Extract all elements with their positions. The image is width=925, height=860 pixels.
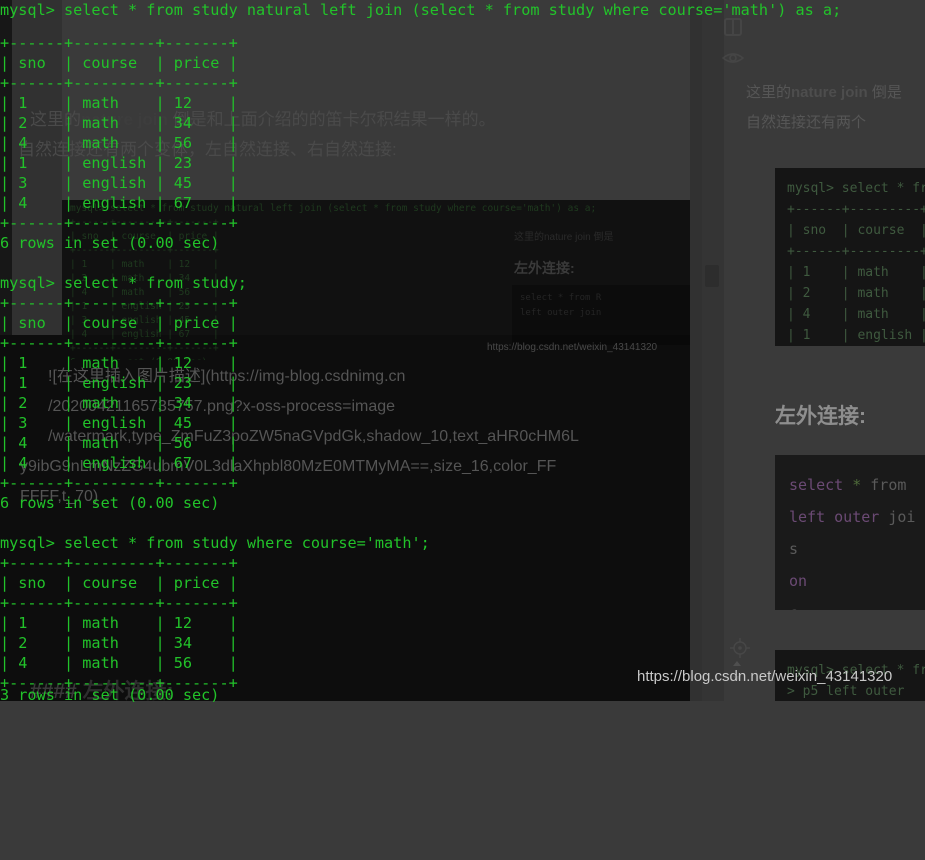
watermark-url: https://blog.csdn.net/weixin_43141320 [637, 668, 893, 685]
editor-md-image-line-3[interactable]: /watermark,type_ZmFuZ3poZW5naGVpdGk,shad… [48, 422, 579, 452]
editor-paragraph-1-bold: nature join [81, 110, 168, 129]
preview-paragraph-2: 自然连接还有两个 [746, 114, 867, 131]
editor-paragraph-1-post: 倒是和上面介绍的的笛卡尔积结果一样的。 [167, 110, 496, 129]
editor-scrollbar-thumb[interactable] [705, 265, 719, 287]
preview-code-block-sql: select * from left outer joi s on c; [775, 455, 925, 610]
editor-paragraph-2[interactable]: 自然连接还有两个变体，左自然连接、右自然连接: [18, 135, 397, 165]
editor-md-image-line-4[interactable]: y9ibG9nLmNzZG4ubmV0L3dlaXhpbl80MzE0MTMyM… [20, 452, 556, 482]
preview-code-block-result: mysql> select * from s +------+---------… [775, 168, 925, 346]
preview-pane-rail [690, 0, 702, 701]
embedded-paragraph: 这里的nature join 倒是 [514, 232, 614, 243]
editor-md-image-line-1[interactable]: ![在这里插入图片描述](https://img-blog.csdnimg.cn [48, 362, 405, 392]
editor-heading-hashes: #### [30, 680, 83, 703]
preview-eye-icon[interactable] [721, 50, 745, 70]
preview-heading-left-outer-join: 左外连接: [775, 405, 866, 428]
editor-heading-text: 左外连接: [82, 680, 174, 703]
embedded-watermark: https://blog.csdn.net/weixin_43141320 [487, 342, 658, 353]
editor-paragraph-1-pre: 这里的 [30, 110, 81, 129]
terminal-command-line-1: mysql> select * from study natural left … [0, 0, 925, 20]
preview-paragraph-1-bold: nature join [791, 84, 868, 101]
preview-paragraph-1: 这里的nature join 倒是 [746, 78, 902, 108]
terminal-prompt-1-text: mysql> select * from study natural left … [0, 1, 842, 19]
preview-pane-rail-secondary [702, 0, 724, 701]
markdown-preview-pane[interactable]: 这里的nature join 倒是 自然连接还有两个 mysql> select… [690, 0, 925, 701]
editor-paragraph-1[interactable]: 这里的nature join 倒是和上面介绍的的笛卡尔积结果一样的。 [30, 105, 496, 135]
editor-md-image-line-5[interactable]: FFFF,t_70) [20, 482, 98, 512]
embedded-heading: 左外连接: [514, 260, 575, 276]
preview-paragraph-1-pre: 这里的 [746, 84, 792, 101]
embedded-code-block: select * from R left outer join [512, 285, 690, 345]
embedded-screenshot-preview: mysql> select * from study natural left … [62, 200, 690, 360]
editor-md-image-line-2[interactable]: /20200421165735757.png?x-oss-process=ima… [48, 392, 395, 422]
preview-paragraph-1-post: 倒是 [867, 84, 902, 101]
